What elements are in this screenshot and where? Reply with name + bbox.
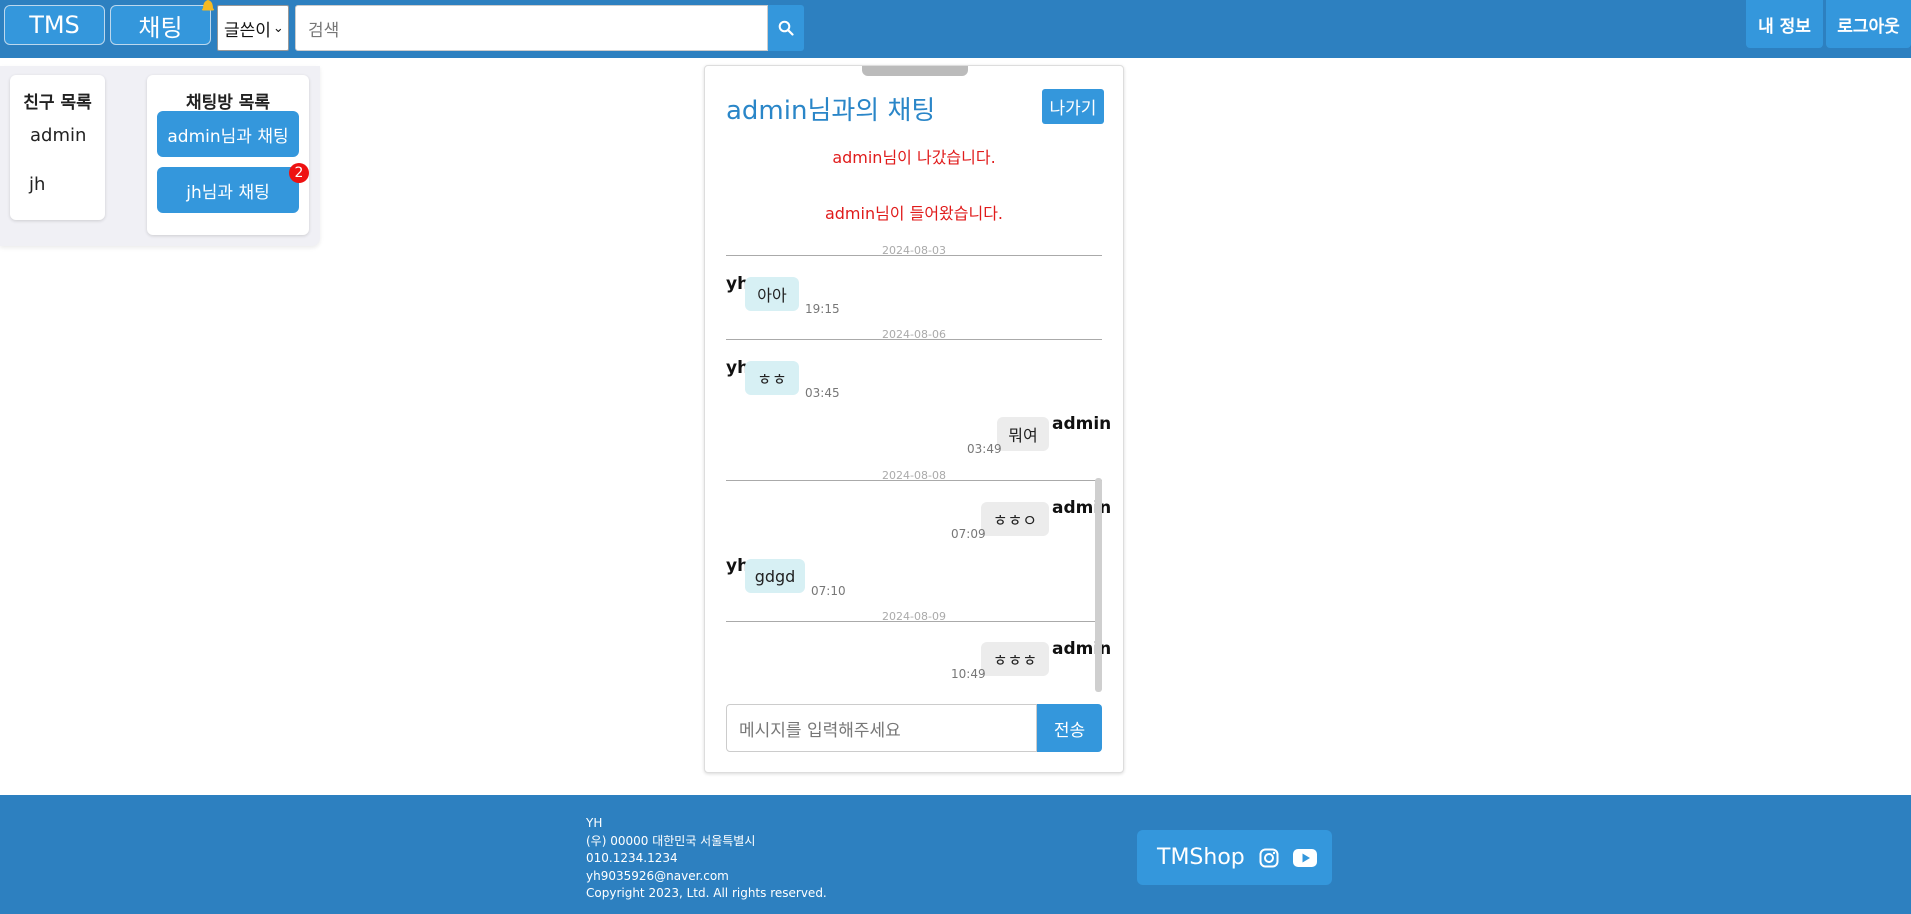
chat-room-list: 채팅방 목록 admin님과 채팅 jh님과 채팅 2: [147, 75, 309, 235]
date-divider: 2024-08-06: [726, 328, 1102, 342]
message-bubble: 아아: [745, 277, 799, 311]
message-input[interactable]: 메시지를 입력해주세요: [726, 704, 1037, 752]
chat-window: admin님과의 채팅 나가기 admin님이 나갔습니다. admin님이 들…: [704, 65, 1124, 773]
system-message: admin님이 들어왔습니다.: [824, 204, 1004, 223]
logout-button[interactable]: 로그아웃: [1826, 0, 1911, 48]
chat-room-item[interactable]: jh님과 채팅 2: [157, 163, 309, 213]
footer-email: yh9035926@naver.com: [586, 868, 729, 883]
message-time: 19:15: [805, 302, 840, 316]
exit-button[interactable]: 나가기: [1042, 89, 1104, 124]
instagram-icon[interactable]: [1259, 848, 1279, 868]
search-button[interactable]: [768, 5, 804, 51]
my-info-button[interactable]: 내 정보: [1746, 0, 1823, 48]
system-message: admin님이 나갔습니다.: [832, 148, 996, 167]
tms-button[interactable]: TMS: [4, 5, 105, 45]
date-divider: 2024-08-09: [726, 610, 1102, 624]
footer-address: (우) 00000 대한민국 서울특별시: [586, 833, 756, 848]
footer-copyright: Copyright 2023, Ltd. All rights reserved…: [586, 886, 827, 900]
message-time: 03:45: [805, 386, 840, 400]
drag-handle[interactable]: [862, 66, 968, 76]
chat-scrollbar[interactable]: [1095, 478, 1102, 692]
top-navbar: TMS 채팅 글쓴이 ⌄ 검색 내 정보 로그아웃: [0, 0, 1911, 58]
footer-company: YH: [586, 816, 603, 830]
send-button[interactable]: 전송: [1037, 704, 1102, 752]
message-bubble: ㅎㅎ: [745, 361, 799, 395]
footer-brand: TMShop: [1137, 830, 1332, 885]
footer-info: YH (우) 00000 대한민국 서울특별시 010.1234.1234 yh…: [586, 815, 827, 903]
message-sender: admin: [1052, 414, 1112, 434]
footer-phone: 010.1234.1234: [586, 851, 678, 865]
youtube-icon[interactable]: [1292, 848, 1317, 867]
message-bubble: ㅎㅎㅎ: [981, 642, 1049, 676]
footer: YH (우) 00000 대한민국 서울특별시 010.1234.1234 yh…: [0, 795, 1911, 914]
date-divider: 2024-08-03: [726, 244, 1102, 258]
search-input[interactable]: 검색: [295, 5, 768, 51]
chat-room-list-title: 채팅방 목록: [185, 93, 271, 113]
brand-name[interactable]: TMShop: [1157, 845, 1245, 870]
message-time: 07:09: [951, 527, 986, 541]
message-time: 03:49: [967, 442, 1002, 456]
search-icon: [778, 20, 794, 36]
friend-list-title: 친구 목록: [23, 93, 92, 113]
message-bubble: 뭐여: [997, 417, 1049, 451]
unread-badge: 2: [289, 163, 309, 183]
chat-button[interactable]: 채팅: [110, 5, 211, 45]
bell-icon[interactable]: [200, 0, 216, 12]
message-time: 07:10: [811, 584, 846, 598]
message-time: 10:49: [951, 667, 986, 681]
friend-item[interactable]: jh: [29, 174, 45, 195]
message-sender: admin: [1052, 639, 1112, 659]
message-sender: admin: [1052, 498, 1112, 518]
message-bubble: gdgd: [745, 559, 805, 593]
search-type-select[interactable]: 글쓴이 ⌄: [217, 5, 289, 51]
friend-list: 친구 목록 admin jh: [10, 75, 105, 220]
date-divider: 2024-08-08: [726, 469, 1102, 483]
chat-room-item[interactable]: admin님과 채팅: [157, 111, 299, 157]
message-bubble: ㅎㅎㅇ: [981, 502, 1049, 536]
friend-item[interactable]: admin: [30, 125, 86, 146]
chevron-down-icon: ⌄: [272, 20, 284, 36]
chat-title: admin님과의 채팅: [726, 96, 936, 126]
